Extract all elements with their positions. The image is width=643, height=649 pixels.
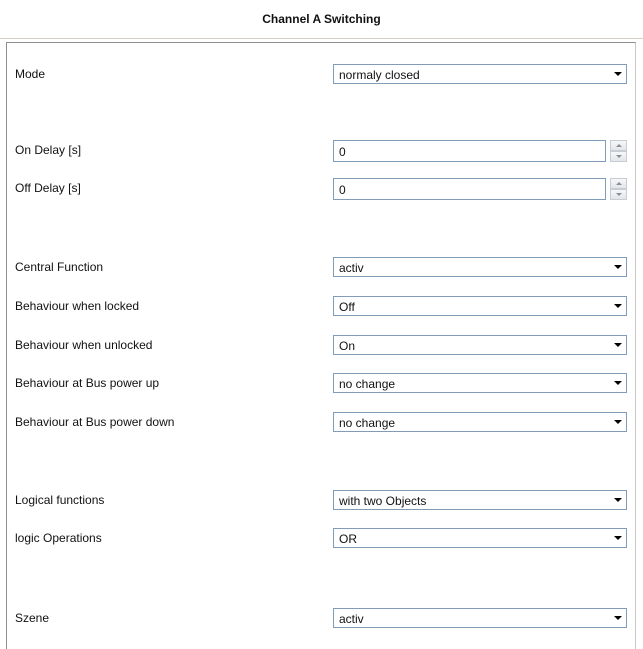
szene-value: activ — [339, 612, 364, 626]
off-delay-value: 0 — [339, 183, 346, 197]
when-locked-label: Behaviour when locked — [15, 299, 140, 313]
central-function-label: Central Function — [15, 260, 104, 274]
bus-power-up-row: Behaviour at Bus power up no change — [7, 373, 637, 395]
bus-power-down-value: no change — [339, 416, 396, 430]
logic-operations-row: logic Operations OR — [7, 528, 637, 550]
chevron-down-icon[interactable] — [609, 65, 626, 83]
page-title: Channel A Switching — [0, 0, 643, 39]
bus-power-up-value: no change — [339, 377, 396, 391]
when-locked-row: Behaviour when locked Off — [7, 296, 637, 318]
settings-panel: Mode normaly closed On Delay [s] 0 Off D… — [6, 42, 636, 649]
bus-power-up-label: Behaviour at Bus power up — [15, 376, 160, 390]
logic-operations-value: OR — [339, 532, 357, 546]
szene-select[interactable]: activ — [333, 608, 627, 628]
chevron-down-icon[interactable] — [609, 609, 626, 627]
bus-power-down-label: Behaviour at Bus power down — [15, 415, 175, 429]
chevron-down-icon[interactable] — [609, 529, 626, 547]
off-delay-label: Off Delay [s] — [15, 181, 81, 195]
mode-value: normaly closed — [339, 68, 420, 82]
bus-power-down-select[interactable]: no change — [333, 412, 627, 432]
when-unlocked-row: Behaviour when unlocked On — [7, 335, 637, 357]
logical-functions-select[interactable]: with two Objects — [333, 490, 627, 510]
spin-up-icon[interactable] — [610, 140, 627, 151]
logic-operations-label: logic Operations — [15, 531, 102, 545]
chevron-down-icon[interactable] — [609, 374, 626, 392]
on-delay-input[interactable]: 0 — [333, 140, 606, 162]
central-function-select[interactable]: activ — [333, 257, 627, 277]
bus-power-up-select[interactable]: no change — [333, 373, 627, 393]
on-delay-label: On Delay [s] — [15, 143, 82, 157]
on-delay-spinner — [610, 140, 627, 162]
mode-select[interactable]: normaly closed — [333, 64, 627, 84]
logical-functions-label: Logical functions — [15, 493, 105, 507]
when-unlocked-label: Behaviour when unlocked — [15, 338, 153, 352]
szene-label: Szene — [15, 611, 50, 625]
chevron-down-icon[interactable] — [609, 413, 626, 431]
szene-row: Szene activ — [7, 608, 637, 630]
central-function-row: Central Function activ — [7, 257, 637, 279]
on-delay-row: On Delay [s] 0 — [7, 140, 637, 162]
central-function-value: activ — [339, 261, 364, 275]
when-locked-select[interactable]: Off — [333, 296, 627, 316]
on-delay-value: 0 — [339, 145, 346, 159]
when-unlocked-value: On — [339, 339, 356, 353]
off-delay-input[interactable]: 0 — [333, 178, 606, 200]
when-locked-value: Off — [339, 300, 355, 314]
spin-up-icon[interactable] — [610, 178, 627, 189]
when-unlocked-select[interactable]: On — [333, 335, 627, 355]
spin-down-icon[interactable] — [610, 151, 627, 162]
spin-down-icon[interactable] — [610, 189, 627, 200]
off-delay-row: Off Delay [s] 0 — [7, 178, 637, 200]
chevron-down-icon[interactable] — [609, 336, 626, 354]
chevron-down-icon[interactable] — [609, 491, 626, 509]
mode-label: Mode — [15, 67, 46, 81]
logical-functions-row: Logical functions with two Objects — [7, 490, 637, 512]
off-delay-spinner — [610, 178, 627, 200]
chevron-down-icon[interactable] — [609, 258, 626, 276]
bus-power-down-row: Behaviour at Bus power down no change — [7, 412, 637, 434]
chevron-down-icon[interactable] — [609, 297, 626, 315]
logic-operations-select[interactable]: OR — [333, 528, 627, 548]
logical-functions-value: with two Objects — [339, 494, 427, 508]
mode-row: Mode normaly closed — [7, 64, 637, 86]
